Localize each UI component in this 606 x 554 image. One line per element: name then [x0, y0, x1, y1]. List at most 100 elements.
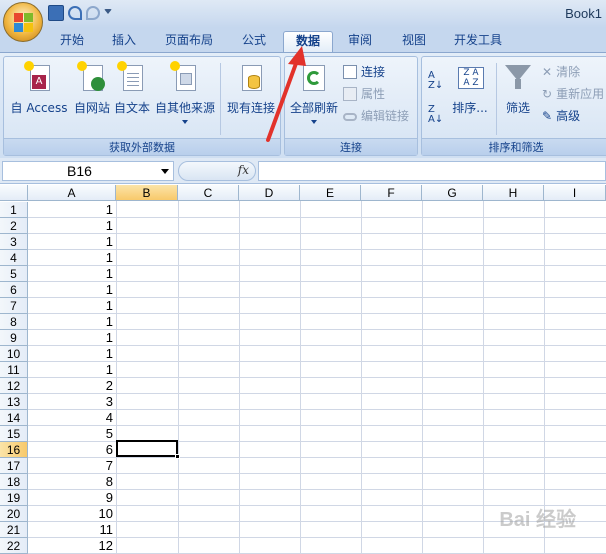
cell-a[interactable]: 3	[28, 394, 116, 409]
cell-a[interactable]: 1	[28, 330, 116, 345]
row-header[interactable]: 8	[0, 314, 28, 330]
column-header-b[interactable]: B	[116, 185, 178, 201]
edit-links-button: 编辑链接	[343, 107, 409, 124]
access-icon: A	[24, 61, 54, 95]
cell-a[interactable]: 4	[28, 410, 116, 425]
cell-a[interactable]: 5	[28, 426, 116, 441]
tab-home[interactable]: 开始	[48, 31, 96, 52]
cell-a[interactable]: 1	[28, 362, 116, 377]
row-header[interactable]: 5	[0, 266, 28, 282]
spreadsheet-grid[interactable]: ABCDEFGHI 1 1 2 1 3 1 4 1 5 1 6 1 7 1 8 1 9 1 10 1 11 1 12 2 13 3…	[0, 185, 606, 554]
cell-a[interactable]: 1	[28, 298, 116, 313]
cell-a[interactable]: 1	[28, 266, 116, 281]
formula-input[interactable]	[258, 161, 606, 181]
column-header-f[interactable]: F	[361, 185, 422, 201]
tab-page-layout[interactable]: 页面布局	[156, 31, 222, 52]
cell-a[interactable]: 1	[28, 250, 116, 265]
column-header-a[interactable]: A	[28, 185, 116, 201]
column-header-g[interactable]: G	[422, 185, 483, 201]
from-access-label: 自 Access	[10, 101, 68, 115]
table-row: 4	[28, 410, 606, 426]
cell-a[interactable]: 9	[28, 490, 116, 505]
fill-handle[interactable]	[175, 454, 180, 459]
cell-a[interactable]: 6	[28, 442, 116, 457]
row-header[interactable]: 6	[0, 282, 28, 298]
row-header[interactable]: 18	[0, 474, 28, 490]
row-header[interactable]: 9	[0, 330, 28, 346]
office-button[interactable]	[3, 2, 43, 42]
table-row: 6	[28, 442, 606, 458]
cell-a[interactable]: 11	[28, 522, 116, 537]
column-header-i[interactable]: I	[544, 185, 606, 201]
row-header[interactable]: 22	[0, 538, 28, 554]
save-icon[interactable]	[48, 5, 64, 21]
row-header[interactable]: 11	[0, 362, 28, 378]
sort-za-button[interactable]: Z A↓	[428, 105, 443, 125]
row-header[interactable]: 1	[0, 202, 28, 218]
name-box-value: B16	[67, 163, 92, 179]
cell-a[interactable]: 1	[28, 202, 116, 217]
advanced-filter-button[interactable]: ✎ 高级	[542, 107, 580, 124]
row-header[interactable]: 12	[0, 378, 28, 394]
cell-a[interactable]: 1	[28, 314, 116, 329]
row-header[interactable]: 10	[0, 346, 28, 362]
row-header[interactable]: 13	[0, 394, 28, 410]
redo-icon[interactable]	[86, 6, 100, 20]
connections-button[interactable]: 连接	[343, 63, 385, 80]
undo-icon[interactable]	[68, 6, 82, 20]
cell-a[interactable]: 10	[28, 506, 116, 521]
name-box-dropdown-icon[interactable]	[161, 169, 169, 174]
tab-insert[interactable]: 插入	[102, 31, 146, 52]
row-header[interactable]: 21	[0, 522, 28, 538]
customize-toolbar-icon[interactable]	[104, 9, 112, 17]
row-header[interactable]: 19	[0, 490, 28, 506]
row-header[interactable]: 3	[0, 234, 28, 250]
office-logo-icon	[14, 13, 34, 33]
row-header[interactable]: 17	[0, 458, 28, 474]
from-other-sources-button[interactable]: 自其他来源	[154, 61, 216, 124]
annotation-arrow-icon	[266, 46, 306, 142]
cell-a[interactable]: 2	[28, 378, 116, 393]
row-header[interactable]: 2	[0, 218, 28, 234]
column-header-c[interactable]: C	[178, 185, 239, 201]
sort-az-button[interactable]: A Z↓	[428, 71, 443, 91]
table-row: 1	[28, 234, 606, 250]
column-header-d[interactable]: D	[239, 185, 300, 201]
select-all-corner[interactable]	[0, 185, 28, 201]
row-header[interactable]: 14	[0, 410, 28, 426]
sort-descending-icon: Z A↓	[428, 104, 444, 125]
cell-a[interactable]: 1	[28, 218, 116, 233]
row-header[interactable]: 20	[0, 506, 28, 522]
active-cell-b16[interactable]	[116, 440, 180, 459]
filter-button[interactable]: 筛选	[500, 61, 536, 116]
reapply-button: ↻ 重新应用	[542, 85, 604, 102]
properties-label: 属性	[361, 87, 386, 101]
row-header[interactable]: 4	[0, 250, 28, 266]
dropdown-arrow-icon	[182, 120, 188, 124]
row-header[interactable]: 16	[0, 442, 28, 458]
cell-a[interactable]: 8	[28, 474, 116, 489]
tab-review[interactable]: 审阅	[338, 31, 382, 52]
column-header-e[interactable]: E	[300, 185, 361, 201]
tab-developer[interactable]: 开发工具	[446, 31, 510, 52]
tab-view[interactable]: 视图	[392, 31, 436, 52]
cell-a[interactable]: 1	[28, 234, 116, 249]
title-bar: Book1	[0, 0, 606, 28]
cell-a[interactable]: 1	[28, 282, 116, 297]
cell-a[interactable]: 1	[28, 346, 116, 361]
table-row: 1	[28, 250, 606, 266]
group-divider	[496, 63, 497, 135]
name-box[interactable]: B16	[2, 161, 174, 181]
column-header-h[interactable]: H	[483, 185, 544, 201]
insert-function-icon[interactable]: fx	[238, 163, 249, 177]
from-web-button[interactable]: 自网站	[72, 61, 112, 116]
from-access-button[interactable]: A 自 Access	[8, 61, 70, 116]
sort-button[interactable]: Z AA Z 排序...	[448, 61, 492, 116]
from-text-button[interactable]: 自文本	[112, 61, 152, 116]
table-row: 7	[28, 458, 606, 474]
cell-a[interactable]: 7	[28, 458, 116, 473]
row-header[interactable]: 15	[0, 426, 28, 442]
row-header[interactable]: 7	[0, 298, 28, 314]
table-row: 5	[28, 426, 606, 442]
cell-a[interactable]: 12	[28, 538, 116, 553]
